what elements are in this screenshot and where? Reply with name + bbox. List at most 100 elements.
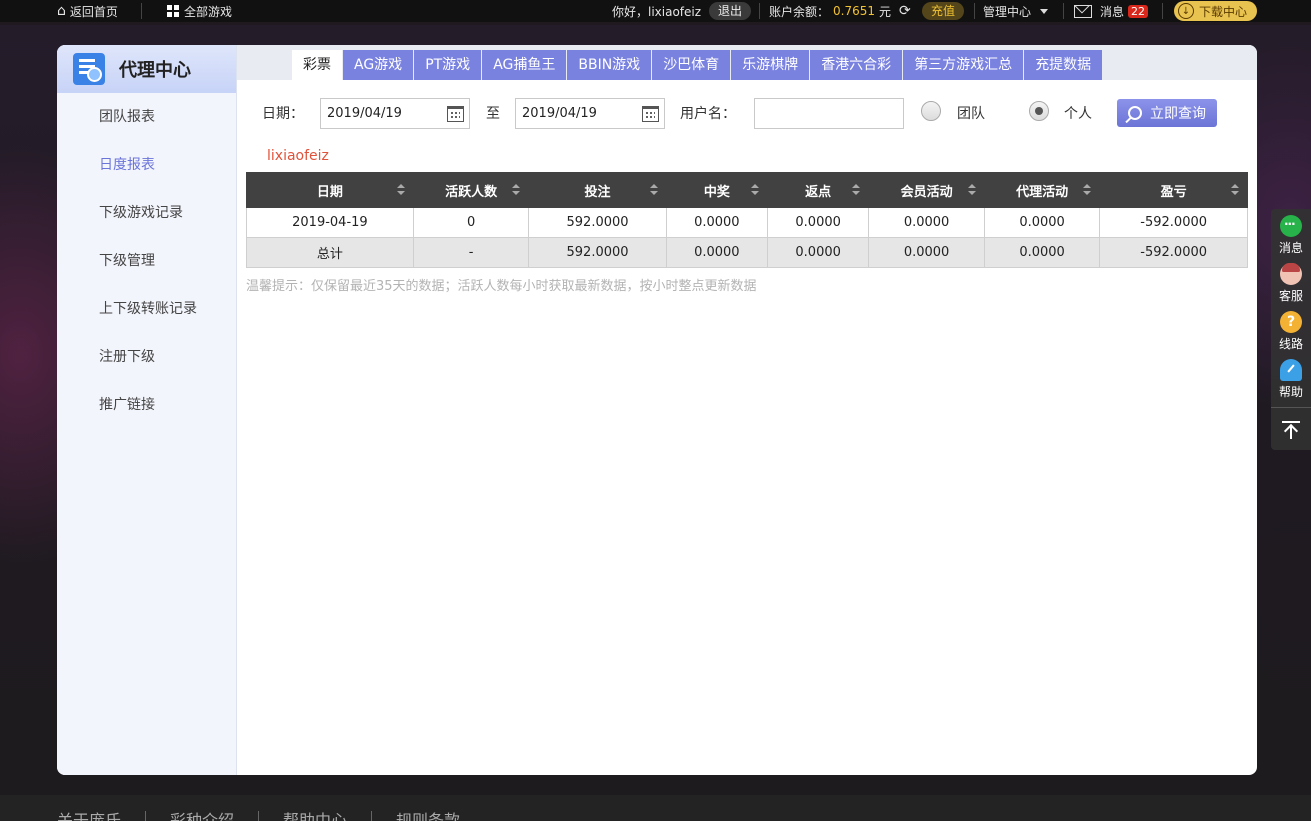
manage-center-dropdown[interactable]: 管理中心 [983, 0, 1049, 22]
balance-label: 账户余额： [769, 4, 830, 19]
query-label: 立即查询 [1150, 106, 1206, 122]
col-rebate-label: 返点 [805, 184, 832, 200]
sort-icon[interactable] [751, 184, 759, 196]
start-date-input[interactable]: 2019/04/19 [320, 97, 470, 129]
sidebar-item-daily-report[interactable]: 日度报表 [57, 141, 236, 189]
col-agent-activity[interactable]: 代理活动 [983, 172, 1101, 208]
username-label: 用户名： [680, 106, 736, 122]
tab-ag-games[interactable]: AG游戏 [343, 50, 414, 80]
caret-down-icon [1040, 8, 1049, 14]
col-date[interactable]: 日期 [246, 172, 414, 208]
logout-button[interactable]: 退出 [709, 0, 752, 22]
sidebar: 代理中心 团队报表 日度报表 下级游戏记录 下级管理 上下级转账记录 注册下级 … [57, 45, 237, 775]
col-member-activity[interactable]: 会员活动 [868, 172, 985, 208]
query-button[interactable]: 立即查询 [1117, 99, 1217, 127]
sidebar-item-transfer-records[interactable]: 上下级转账记录 [57, 285, 236, 333]
start-date-value: 2019/04/19 [327, 105, 402, 121]
route-icon: ? [1280, 311, 1302, 333]
tab-deposit-withdraw-data[interactable]: 充提数据 [1024, 50, 1103, 80]
float-route[interactable]: ? 线路 [1271, 307, 1311, 355]
sidebar-item-register-sub[interactable]: 注册下级 [57, 333, 236, 381]
col-rebate[interactable]: 返点 [766, 172, 870, 208]
divider [141, 3, 142, 19]
sort-icon[interactable] [1083, 184, 1092, 196]
sidebar-item-sub-management[interactable]: 下级管理 [57, 237, 236, 285]
download-pill: ↓ 下载中心 [1174, 1, 1258, 21]
team-radio[interactable] [921, 101, 941, 121]
tab-bbin-games[interactable]: BBIN游戏 [567, 50, 652, 80]
tab-leyou-chess[interactable]: 乐游棋牌 [731, 50, 810, 80]
col-date-label: 日期 [316, 184, 343, 200]
personal-radio[interactable] [1029, 101, 1049, 121]
all-games-link[interactable]: 全部游戏 [167, 0, 232, 22]
col-active-users[interactable]: 活跃人数 [412, 172, 530, 208]
home-icon: ⌂ [57, 3, 66, 19]
float-help-label: 帮助 [1278, 385, 1303, 399]
sort-icon[interactable] [512, 184, 521, 196]
col-profit-loss-label: 盈亏 [1160, 184, 1187, 200]
cell-total-member-activity: 0.0000 [868, 237, 985, 268]
team-label: 团队 [957, 106, 985, 122]
personal-label: 个人 [1064, 106, 1092, 122]
footer-link-lottery-intro[interactable]: 彩种介绍 [145, 811, 258, 821]
download-center-button[interactable]: ↓ 下载中心 [1174, 0, 1258, 22]
sort-icon[interactable] [852, 184, 861, 196]
cell-total-bet: 592.0000 [528, 237, 667, 268]
refresh-icon[interactable]: ⟳ [899, 3, 911, 19]
col-profit-loss[interactable]: 盈亏 [1099, 172, 1248, 208]
tab-third-party-summary[interactable]: 第三方游戏汇总 [903, 50, 1024, 80]
cell-active-users: 0 [412, 207, 530, 238]
footer-link-about[interactable]: 关于庞氏 [57, 811, 145, 821]
cell-total-rebate: 0.0000 [766, 237, 870, 268]
tab-ag-fishing[interactable]: AG捕鱼王 [482, 50, 567, 80]
username-input[interactable] [754, 97, 904, 129]
sidebar-item-team-report[interactable]: 团队报表 [57, 93, 236, 141]
divider [1162, 3, 1163, 19]
footer-link-help-center[interactable]: 帮助中心 [258, 811, 371, 821]
end-date-input[interactable]: 2019/04/19 [515, 97, 665, 129]
logout-label: 退出 [709, 2, 752, 20]
recharge-button[interactable]: 充值 [922, 0, 965, 22]
col-bet[interactable]: 投注 [528, 172, 667, 208]
cell-member-activity: 0.0000 [868, 207, 985, 238]
report-username: lixiaofeiz [267, 148, 329, 164]
calendar-icon[interactable] [642, 105, 659, 122]
cell-profit-loss: -592.0000 [1099, 207, 1248, 238]
float-route-label: 线路 [1278, 337, 1303, 351]
float-help[interactable]: 帮助 [1271, 355, 1311, 403]
sort-icon[interactable] [1231, 184, 1239, 196]
table-header-row: 日期 活跃人数 投注 中奖 返点 会员活动 代理活动 盈亏 [246, 172, 1248, 208]
greeting: 你好，lixiaofeiz [612, 0, 701, 22]
cell-agent-activity: 0.0000 [983, 207, 1101, 238]
balance-unit: 元 [879, 4, 892, 19]
cell-date: 2019-04-19 [246, 207, 414, 238]
manage-label: 管理中心 [983, 4, 1032, 19]
col-win[interactable]: 中奖 [665, 172, 769, 208]
cell-total-profit-loss: -592.0000 [1099, 237, 1248, 268]
divider [1063, 3, 1064, 19]
search-icon [1128, 106, 1142, 120]
calendar-icon[interactable] [447, 105, 464, 122]
home-link[interactable]: ⌂ 返回首页 [57, 0, 118, 22]
sort-icon[interactable] [649, 184, 658, 196]
tab-hk-mark-six[interactable]: 香港六合彩 [810, 50, 903, 80]
footer: 关于庞氏 彩种介绍 帮助中心 规则条款 [0, 795, 1311, 821]
date-label: 日期： [262, 106, 304, 122]
greeting-text: 你好，lixiaofeiz [612, 4, 702, 19]
back-to-top-button[interactable] [1271, 407, 1311, 447]
cell-total-active-users: - [412, 237, 530, 268]
to-label: 至 [486, 106, 500, 122]
sort-icon[interactable] [396, 184, 405, 196]
footer-link-terms[interactable]: 规则条款 [371, 811, 484, 821]
float-customer-service[interactable]: 客服 [1271, 259, 1311, 307]
sort-icon[interactable] [967, 184, 976, 196]
tab-lottery[interactable]: 彩票 [292, 50, 342, 80]
balance: 账户余额： 0.7651 元 ⟳ [769, 0, 911, 22]
arrow-up-stem [1290, 427, 1292, 439]
sidebar-item-sub-game-records[interactable]: 下级游戏记录 [57, 189, 236, 237]
float-messages[interactable]: 消息 [1271, 211, 1311, 259]
messages-link[interactable]: 消息 22 [1074, 0, 1149, 22]
sidebar-item-promo-link[interactable]: 推广链接 [57, 381, 236, 429]
tab-pt-games[interactable]: PT游戏 [414, 50, 482, 80]
tab-saba-sports[interactable]: 沙巴体育 [652, 50, 731, 80]
